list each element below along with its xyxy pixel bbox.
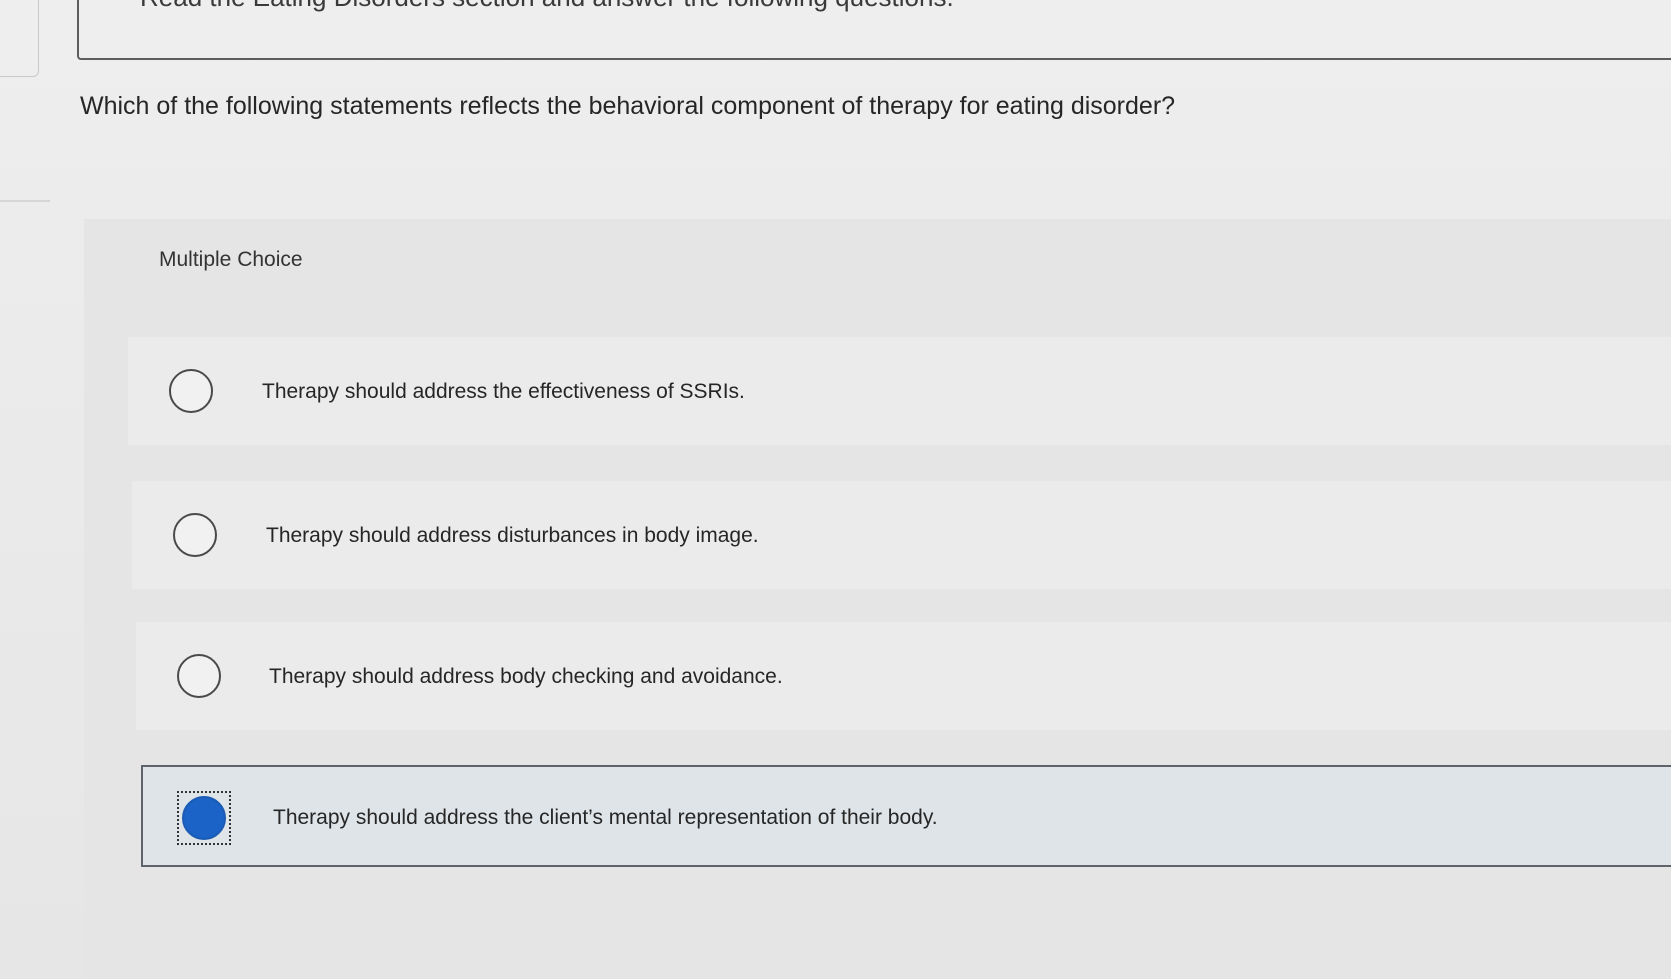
- radio-button-4-selected[interactable]: [182, 796, 226, 840]
- multiple-choice-label: Multiple Choice: [159, 248, 303, 271]
- radio-button-1[interactable]: [169, 369, 213, 413]
- choice-label-4: Therapy should address the client’s ment…: [273, 806, 938, 829]
- choice-option-2[interactable]: Therapy should address disturbances in b…: [132, 481, 1671, 589]
- instructions-text: Read the Eating Disorders section and an…: [140, 0, 954, 13]
- divider: [0, 200, 50, 202]
- choice-option-3[interactable]: Therapy should address body checking and…: [136, 622, 1671, 730]
- left-edge-frame: [0, 0, 39, 77]
- radio-button-2[interactable]: [173, 513, 217, 557]
- choice-label-2: Therapy should address disturbances in b…: [266, 524, 759, 547]
- radio-button-3[interactable]: [177, 654, 221, 698]
- question-text: Which of the following statements reflec…: [80, 92, 1176, 120]
- choice-label-1: Therapy should address the effectiveness…: [262, 380, 745, 403]
- choice-option-4[interactable]: Therapy should address the client’s ment…: [141, 765, 1671, 867]
- choice-option-1[interactable]: Therapy should address the effectiveness…: [128, 337, 1671, 445]
- page: Read the Eating Disorders section and an…: [0, 0, 1671, 979]
- choice-label-3: Therapy should address body checking and…: [269, 665, 783, 688]
